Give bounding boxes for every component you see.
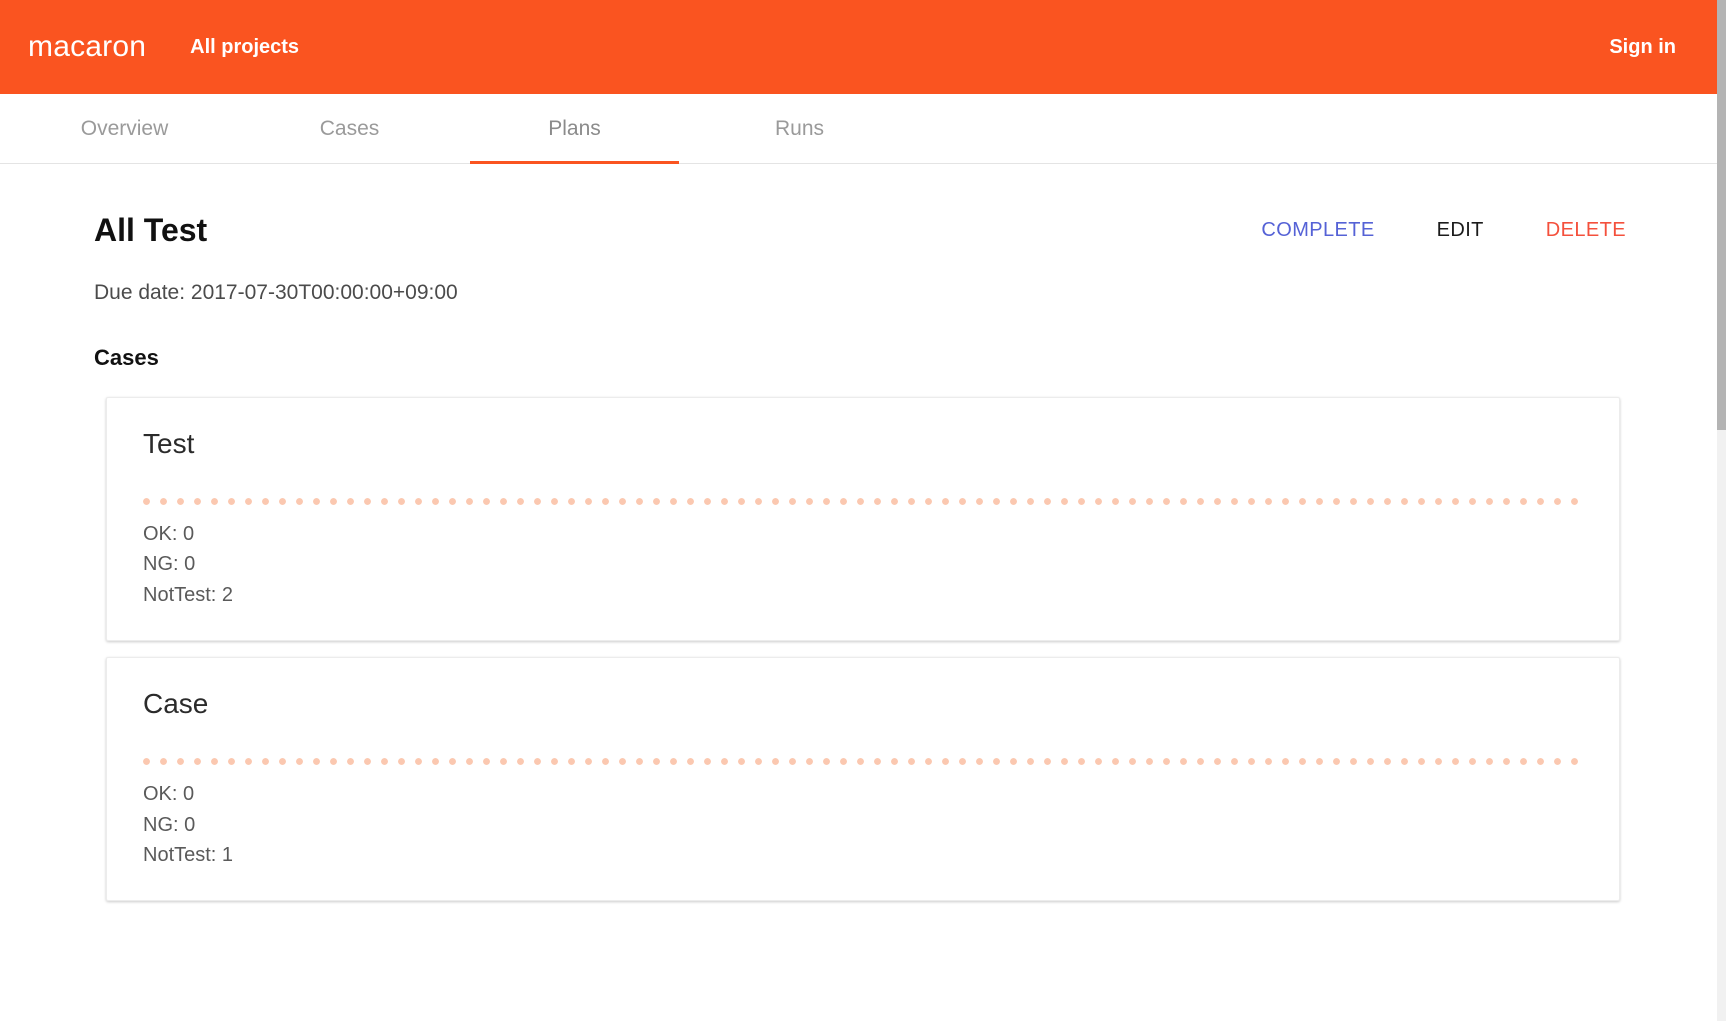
case-stat-ok: OK: 0 — [143, 523, 195, 545]
case-card-title: Test — [143, 428, 195, 459]
page-scrollbar-track[interactable] — [1717, 0, 1726, 1021]
top-header-bar: macaron All projects Sign in — [0, 0, 1726, 94]
tab-overview[interactable]: Overview — [12, 94, 237, 163]
all-projects-link[interactable]: All projects — [190, 37, 299, 57]
cases-card-list: Test OK: 0 NG: 0 NotTest: 2 Case OK: 0 N… — [0, 369, 1726, 902]
case-stat-ok: OK: 0 — [143, 783, 195, 806]
case-stat-nottest: NotTest: 2 — [143, 583, 234, 606]
due-date-text: Due date: 2017-07-30T00:00:00+09:00 — [94, 281, 458, 304]
case-stat-nottest: NotTest: 1 — [143, 843, 234, 866]
tab-plans[interactable]: Plans — [462, 94, 687, 164]
edit-button[interactable]: EDIT — [1437, 220, 1484, 240]
page-title: All Test — [94, 212, 208, 248]
case-stat-ng: NG: 0 — [143, 813, 196, 836]
case-card[interactable]: Test OK: 0 NG: 0 NotTest: 2 — [106, 397, 1620, 642]
page-scrollbar-thumb[interactable] — [1717, 0, 1726, 430]
case-card[interactable]: Case OK: 0 NG: 0 NotTest: 1 — [106, 657, 1620, 902]
complete-button[interactable]: COMPLETE — [1261, 220, 1374, 240]
tab-bar: Overview Cases Plans Runs — [0, 94, 1726, 164]
tab-cases[interactable]: Cases — [237, 94, 462, 163]
case-stat-ng: NG: 0 — [143, 553, 196, 576]
sign-in-link[interactable]: Sign in — [1609, 37, 1676, 57]
page-header-row: All Test COMPLETE EDIT DELETE — [0, 164, 1726, 246]
tab-runs[interactable]: Runs — [687, 94, 912, 163]
dotted-divider — [143, 498, 1583, 505]
cases-section-heading: Cases — [94, 345, 159, 370]
main-content: All Test COMPLETE EDIT DELETE Due date: … — [0, 164, 1726, 902]
case-card-title: Case — [143, 688, 209, 720]
brand-logo[interactable]: macaron — [28, 32, 146, 62]
plan-actions: COMPLETE EDIT DELETE — [1261, 220, 1626, 246]
delete-button[interactable]: DELETE — [1546, 220, 1626, 240]
dotted-divider — [143, 758, 1583, 766]
